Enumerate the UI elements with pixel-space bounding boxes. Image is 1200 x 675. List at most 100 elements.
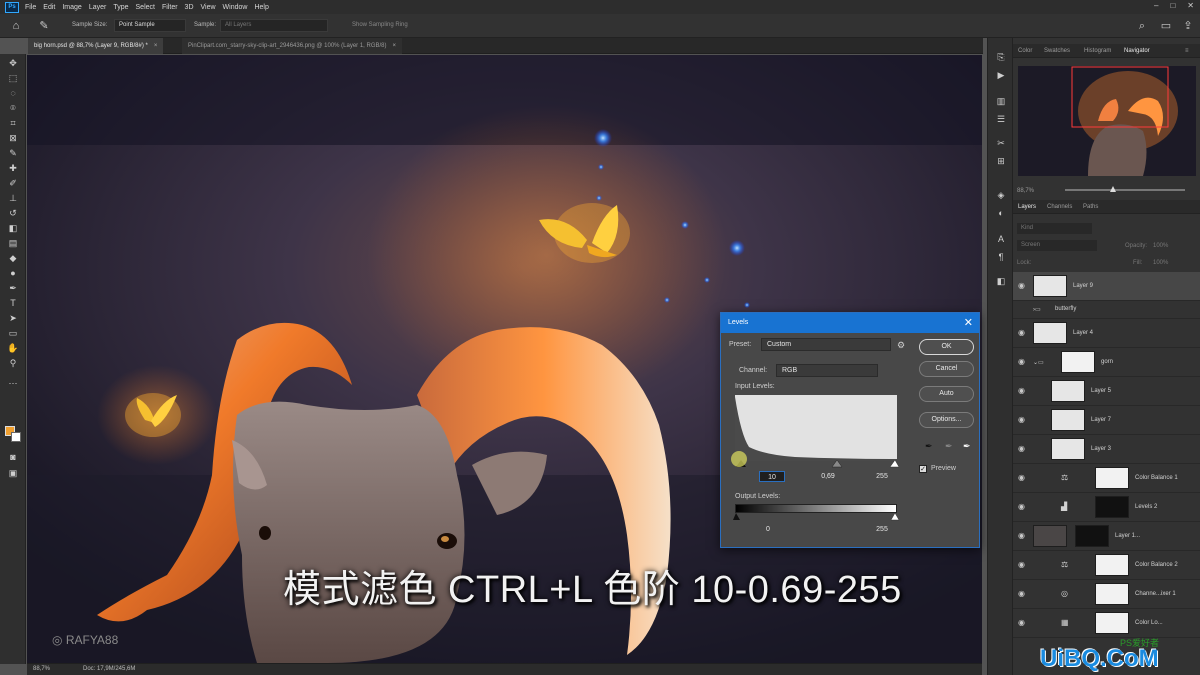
white-eyedropper-icon[interactable]: ✒ [963, 441, 971, 452]
layer-row[interactable]: ◉ ◎ Channe...ixer 1 [1013, 580, 1200, 609]
history-icon[interactable]: ⎘ [994, 50, 1008, 64]
search-icon[interactable]: ⌕ [1134, 18, 1150, 34]
navigator-slider-handle[interactable] [1110, 186, 1116, 192]
tab-layers[interactable]: Layers [1018, 200, 1036, 214]
gear-icon[interactable]: ⚙ [897, 340, 905, 351]
eye-icon[interactable]: ◉ [1018, 474, 1028, 482]
channel-select[interactable]: RGB [776, 364, 878, 377]
input-black-field[interactable]: 10 [759, 471, 785, 482]
sample-select[interactable]: All Layers [220, 19, 328, 32]
eye-icon[interactable]: ◉ [1018, 387, 1028, 395]
hand-tool-icon[interactable]: ✋ [5, 341, 21, 355]
preview-checkbox[interactable]: ✓ [919, 465, 927, 473]
tool-presets-icon[interactable]: ✂ [994, 136, 1008, 150]
background-color-swatch[interactable] [11, 432, 21, 442]
sample-size-select[interactable]: Point Sample [114, 19, 186, 32]
close-window-button[interactable]: ✕ [1187, 1, 1194, 10]
black-eyedropper-icon[interactable]: ✒ [925, 441, 933, 452]
quick-mask-icon[interactable]: ◙ [5, 450, 21, 464]
3d-icon[interactable]: ◈ [994, 188, 1008, 202]
close-icon[interactable]: × [154, 43, 158, 49]
path-select-icon[interactable]: ➤ [5, 311, 21, 325]
layer-row[interactable]: ◉ ▦ Color Lo... [1013, 609, 1200, 638]
share-icon[interactable]: ⇪ [1180, 18, 1196, 34]
blend-mode-select[interactable]: Screen [1017, 240, 1097, 251]
eye-icon[interactable]: ◉ [1018, 590, 1028, 598]
eye-icon[interactable]: ◉ [1018, 329, 1028, 337]
menu-select[interactable]: Select [136, 4, 155, 11]
healing-brush-icon[interactable]: ✚ [5, 161, 21, 175]
lasso-tool-icon[interactable]: ◌ [5, 86, 21, 100]
layer-row[interactable]: ◉ ⚖ Color Balance 1 [1013, 464, 1200, 493]
output-white-field[interactable]: 255 [869, 524, 895, 535]
eye-icon[interactable]: ◉ [1018, 561, 1028, 569]
layer-row[interactable]: ◉ Layer 1... [1013, 522, 1200, 551]
brush-tool-icon[interactable]: ✐ [5, 176, 21, 190]
close-icon[interactable]: ✕ [964, 315, 973, 331]
input-sliders[interactable] [733, 459, 899, 469]
fill-value[interactable]: 100% [1153, 260, 1168, 266]
eyedropper-tool-icon[interactable]: ✎ [5, 146, 21, 160]
layer-comps-icon[interactable]: ◧ [994, 274, 1008, 288]
dodge-tool-icon[interactable]: ● [5, 266, 21, 280]
layer-row[interactable]: ◉ Layer 4 [1013, 319, 1200, 348]
eyedropper-icon[interactable]: ✎ [36, 18, 52, 34]
menu-3d[interactable]: 3D [185, 4, 194, 11]
input-gamma-field[interactable]: 0,69 [815, 471, 841, 482]
zoom-tool-icon[interactable]: ⚲ [5, 356, 21, 370]
type-tool-icon[interactable]: T [5, 296, 21, 310]
styles-icon[interactable]: ◐ [994, 206, 1008, 220]
menu-window[interactable]: Window [223, 4, 248, 11]
auto-button[interactable]: Auto [919, 386, 974, 402]
layer-row[interactable]: ◉ ▟ Levels 2 [1013, 493, 1200, 522]
tab-starry-sky[interactable]: PinClipart.com_starry-sky-clip-art_29464… [182, 38, 403, 54]
tab-big-horn[interactable]: big horn.psd @ 88,7% (Layer 9, RGB/8#) *… [28, 38, 164, 54]
menu-image[interactable]: Image [62, 4, 81, 11]
menu-filter[interactable]: Filter [162, 4, 178, 11]
layer-row[interactable]: ◉ ⚖ Color Balance 2 [1013, 551, 1200, 580]
menu-view[interactable]: View [201, 4, 216, 11]
home-icon[interactable]: ⌂ [8, 18, 24, 34]
history-brush-icon[interactable]: ↺ [5, 206, 21, 220]
cancel-button[interactable]: Cancel [919, 361, 974, 377]
layer-row[interactable]: ◉ Layer 9 [1013, 272, 1200, 301]
eye-icon[interactable]: ◉ [1018, 416, 1028, 424]
eye-icon[interactable]: ◉ [1018, 619, 1028, 627]
opacity-value[interactable]: 100% [1153, 243, 1168, 249]
eye-icon[interactable]: ◉ [1018, 503, 1028, 511]
menu-type[interactable]: Type [113, 4, 128, 11]
menu-layer[interactable]: Layer [89, 4, 107, 11]
show-sampling-ring[interactable]: Show Sampling Ring [352, 22, 408, 28]
layer-row[interactable]: ◉ ⌄▭ gorn [1013, 348, 1200, 377]
input-white-field[interactable]: 255 [869, 471, 895, 482]
screen-mode-icon[interactable]: ▣ [5, 466, 21, 480]
options-button[interactable]: Options... [919, 412, 974, 428]
libraries-icon[interactable]: ▥ [994, 94, 1008, 108]
minimize-button[interactable]: – [1154, 1, 1158, 10]
gray-eyedropper-icon[interactable]: ✒ [945, 441, 953, 452]
tab-histogram[interactable]: Histogram [1084, 44, 1111, 58]
eye-icon[interactable]: ◉ [1018, 282, 1028, 290]
glyphs-icon[interactable]: ⊞ [994, 154, 1008, 168]
close-icon[interactable]: × [393, 43, 397, 49]
output-black-field[interactable]: 0 [755, 524, 781, 535]
tab-navigator[interactable]: Navigator [1124, 44, 1150, 58]
layer-row[interactable]: ◉ Layer 5 [1013, 377, 1200, 406]
menu-edit[interactable]: Edit [43, 4, 55, 11]
maximize-button[interactable]: □ [1170, 1, 1175, 10]
character-icon[interactable]: A [994, 232, 1008, 246]
tab-swatches[interactable]: Swatches [1044, 44, 1070, 58]
marquee-tool-icon[interactable]: ⬚ [5, 71, 21, 85]
eye-icon[interactable] [1018, 306, 1028, 314]
paragraph-icon[interactable]: ¶ [994, 250, 1008, 264]
output-sliders[interactable] [733, 512, 899, 521]
quick-select-tool-icon[interactable]: ⌾ [5, 101, 21, 115]
layer-row[interactable]: ◉ Layer 7 [1013, 406, 1200, 435]
adjustments-icon[interactable]: ☰ [994, 112, 1008, 126]
eye-icon[interactable]: ◉ [1018, 445, 1028, 453]
zoom-level[interactable]: 88,7% [33, 666, 50, 672]
preset-select[interactable]: Custom [761, 338, 891, 351]
clone-stamp-icon[interactable]: ⊥ [5, 191, 21, 205]
navigator-zoom-slider[interactable] [1065, 189, 1185, 191]
layer-row[interactable]: ›▭ butterfly [1013, 301, 1200, 319]
